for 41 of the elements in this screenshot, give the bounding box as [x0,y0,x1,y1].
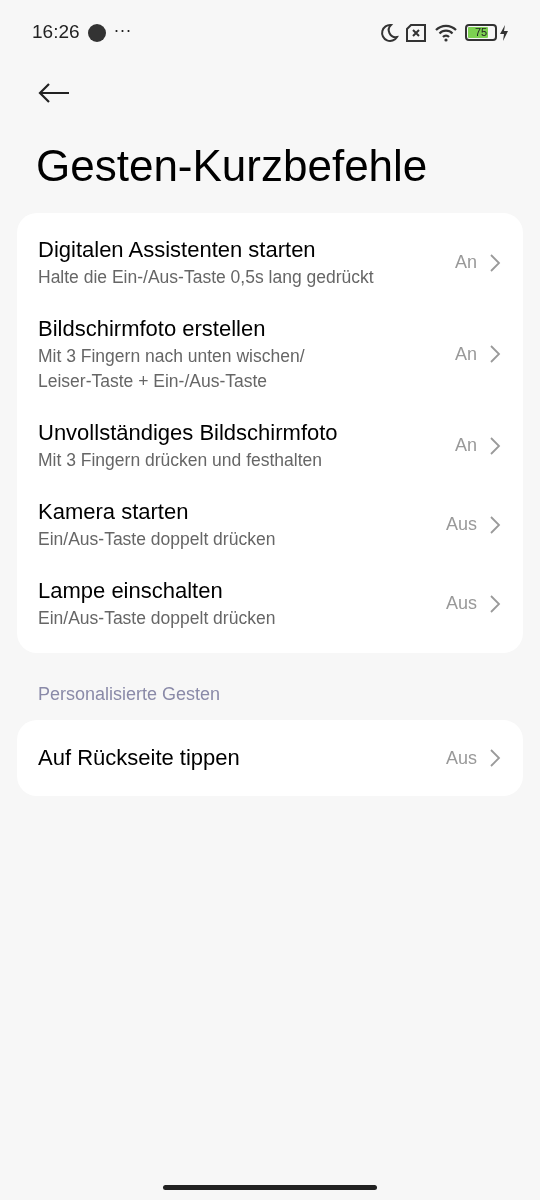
chevron-icon [489,435,501,456]
setting-row[interactable]: Bildschirmfoto erstellen Mit 3 Fingern nach unten wischen/ Leiser-Taste + Ein-/Aus-Taste An [17,302,523,406]
setting-description: Ein/Aus-Taste doppelt drücken [38,607,277,630]
status-time: 16:26 [32,20,80,45]
setting-description: Leiser-Taste + Ein-/Aus-Taste [38,370,269,393]
setting-title: Digitalen Assistenten starten [38,236,317,264]
setting-title: Auf Rückseite tippen [38,744,241,772]
notification-dot-icon [87,23,106,42]
charging-icon [500,24,508,41]
setting-title: Lampe einschalten [38,577,224,605]
wifi-icon [435,23,457,42]
setting-title: Bildschirmfoto erstellen [38,315,267,343]
back-arrow-icon[interactable] [38,82,70,103]
page-title: Gesten-Kurzbefehle [35,140,429,192]
more-notifications: ··· [113,20,132,39]
chevron-icon [489,514,501,535]
setting-row[interactable]: Unvollständiges Bildschirmfoto Mit 3 Fingern drücken und festhalten An [17,406,523,485]
setting-description: Halte die Ein-/Aus-Taste 0,5s lang gedrückt [38,266,375,289]
setting-description: Mit 3 Fingern drücken und festhalten [38,449,324,472]
setting-value: Aus [445,746,477,770]
setting-title: Kamera starten [38,498,190,526]
setting-title: Unvollständiges Bildschirmfoto [38,419,339,447]
chevron-icon [489,252,501,273]
setting-value: Aus [445,592,477,615]
setting-description: Ein/Aus-Taste doppelt drücken [38,528,277,551]
setting-value: An [454,251,477,274]
moon-icon [379,22,399,43]
setting-description: Mit 3 Fingern nach unten wischen/ [38,345,306,368]
section-header: Personalisierte Gesten [37,683,222,706]
setting-row[interactable]: Auf Rückseite tippen Aus [17,730,523,786]
setting-row[interactable]: Digitalen Assistenten starten Halte die Ein-/Aus-Taste 0,5s lang gedrückt An [17,223,523,302]
battery-icon: 75 [465,24,497,41]
setting-row[interactable]: Lampe einschalten Ein/Aus-Taste doppelt drücken Aus [17,564,523,643]
setting-value: An [454,342,477,366]
setting-value: An [454,434,477,457]
chevron-icon [489,344,501,364]
no-sim-icon [405,23,427,42]
setting-row[interactable]: Kamera starten Ein/Aus-Taste doppelt drücken Aus [17,485,523,564]
chevron-icon [489,593,501,614]
chevron-icon [489,748,501,768]
setting-value: Aus [445,513,477,536]
